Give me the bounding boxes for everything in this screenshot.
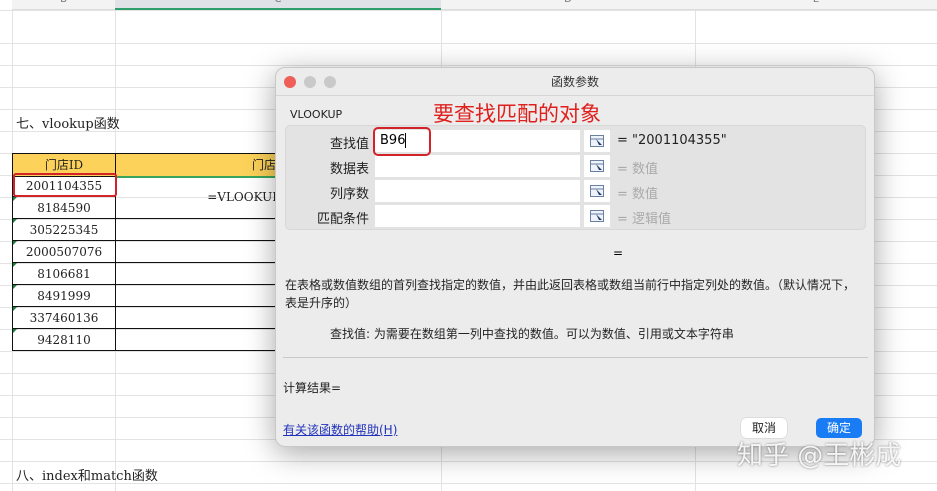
error-indicator-icon	[13, 307, 17, 311]
divider	[283, 357, 868, 358]
grid-row-line	[0, 10, 937, 11]
calc-result: 计算结果=	[283, 381, 342, 395]
argument-row: 数据表 = 数值	[276, 155, 876, 177]
help-link[interactable]: 有关该函数的帮助(H)	[283, 421, 397, 438]
column-header-b[interactable]: B	[12, 0, 115, 10]
store-id-cell[interactable]: 8106681	[12, 263, 116, 285]
minimize-button[interactable]	[304, 76, 316, 88]
error-indicator-icon	[13, 263, 17, 267]
function-description: 在表格或数值数组的首列查找指定的数值，并由此返回表格或数组当前行中指定列处的数值…	[285, 278, 856, 310]
store-name-cell[interactable]	[115, 263, 285, 285]
argument-label: 匹配条件	[316, 212, 369, 227]
range-picker-icon[interactable]	[584, 130, 610, 152]
argument-label: 数据表	[329, 162, 369, 177]
store-name-cell[interactable]	[115, 329, 285, 351]
argument-input[interactable]	[375, 155, 580, 177]
argument-result: = 逻辑值	[617, 212, 672, 227]
store-id-cell[interactable]: 8184590	[12, 197, 116, 219]
annotation-text: 要查找匹配的对象	[433, 102, 601, 126]
close-button[interactable]	[284, 76, 296, 88]
argument-row: 查找值 B96 = "2001104355"	[276, 130, 876, 152]
column-header-d[interactable]: D	[441, 0, 695, 10]
result-equals: =	[613, 246, 624, 260]
error-indicator-icon	[13, 329, 17, 333]
argument-result: = 数值	[617, 187, 659, 202]
section-8-title: 八、index和match函数	[16, 469, 158, 484]
argument-input[interactable]	[375, 205, 580, 227]
argument-row: 列序数 = 数值	[276, 180, 876, 202]
function-name: VLOOKUP	[290, 108, 343, 121]
range-picker-icon[interactable]	[584, 205, 610, 227]
dialog-title: 函数参数	[276, 68, 874, 96]
store-name-cell[interactable]	[115, 241, 285, 263]
watermark: 知乎 @王彬成	[737, 441, 902, 471]
formula-cell[interactable]: =VLOOKUP(	[115, 175, 285, 219]
zoom-button[interactable]	[324, 76, 336, 88]
argument-result: = 数值	[617, 162, 659, 177]
argument-row: 匹配条件 = 逻辑值	[276, 205, 876, 227]
range-picker-icon[interactable]	[584, 155, 610, 177]
store-name-cell[interactable]	[115, 285, 285, 307]
selected-cell-highlight	[13, 173, 117, 197]
error-indicator-icon	[13, 197, 17, 201]
function-arguments-dialog: 函数参数 VLOOKUP 要查找匹配的对象 查找值 B96 = "200110435…	[275, 67, 875, 447]
store-id-cell[interactable]: 337460136	[12, 307, 116, 329]
range-picker-icon[interactable]	[584, 180, 610, 202]
argument-result: = "2001104355"	[617, 133, 727, 148]
store-id-cell[interactable]: 2000507076	[12, 241, 116, 263]
column-header-c[interactable]: C	[115, 0, 441, 10]
store-name-cell[interactable]	[115, 219, 285, 241]
argument-label: 查找值	[329, 137, 369, 152]
store-id-cell[interactable]: 8491999	[12, 285, 116, 307]
column-header-e[interactable]: E	[695, 0, 937, 10]
argument-label: 列序数	[329, 187, 369, 202]
input-highlight	[373, 127, 431, 156]
argument-help: 查找值: 为需要在数组第一列中查找的数值。可以为数值、引用或文本字符串	[330, 327, 734, 341]
error-indicator-icon	[13, 241, 17, 245]
grid-row-line	[0, 65, 937, 66]
argument-input[interactable]	[375, 180, 580, 202]
store-name-cell[interactable]	[115, 307, 285, 329]
section-7-title: 七、vlookup函数	[16, 117, 120, 132]
error-indicator-icon	[13, 219, 17, 223]
store-id-cell[interactable]: 305225345	[12, 219, 116, 241]
error-indicator-icon	[13, 285, 17, 289]
grid-row-line	[0, 43, 937, 44]
store-id-cell[interactable]: 9428110	[12, 329, 116, 351]
